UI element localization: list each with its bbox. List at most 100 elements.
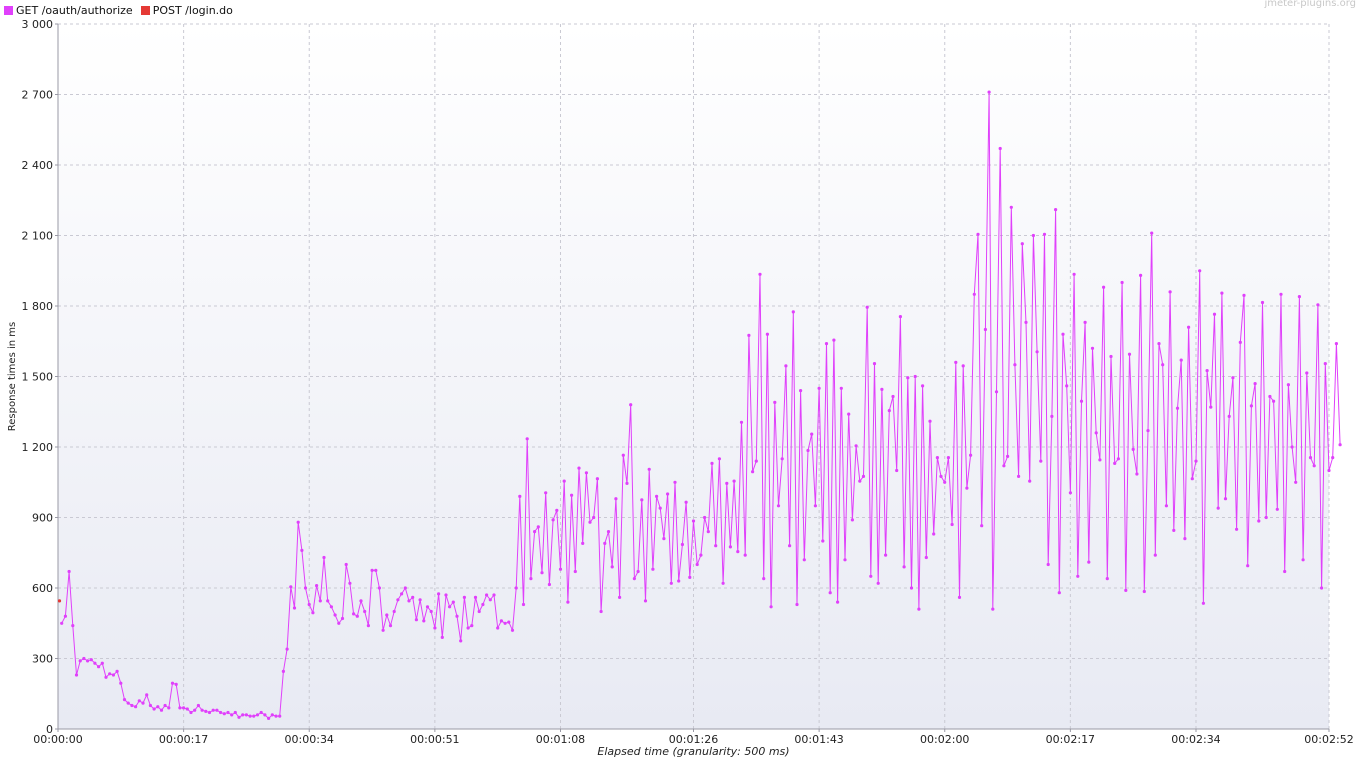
data-point — [743, 553, 747, 557]
data-point — [1253, 382, 1257, 386]
data-point — [1301, 558, 1305, 562]
x-axis-label: Elapsed time (granularity: 500 ms) — [597, 745, 789, 758]
data-point — [333, 613, 337, 617]
data-point — [1320, 586, 1324, 590]
data-point — [640, 498, 644, 502]
data-point — [902, 565, 906, 569]
data-point — [1220, 291, 1224, 295]
data-point — [244, 713, 248, 717]
data-point — [795, 602, 799, 607]
data-point — [170, 681, 175, 685]
data-point — [355, 614, 359, 618]
legend-swatch-icon — [140, 5, 150, 15]
y-tick-label: 600 — [32, 582, 53, 595]
data-point — [207, 710, 212, 715]
data-point — [255, 713, 260, 717]
data-point — [603, 541, 607, 546]
data-point — [122, 698, 127, 702]
data-point — [533, 530, 537, 534]
data-point — [510, 628, 515, 632]
data-point — [473, 595, 478, 600]
data-point — [784, 364, 788, 368]
legend-swatch-icon — [4, 5, 13, 15]
data-point — [156, 705, 160, 709]
data-point — [1260, 300, 1265, 305]
data-point — [791, 310, 795, 314]
data-point — [1142, 589, 1146, 594]
data-point — [267, 716, 271, 721]
data-point — [407, 599, 411, 603]
data-point — [939, 474, 943, 478]
data-point — [1216, 506, 1220, 510]
data-point — [507, 620, 511, 624]
data-point — [769, 605, 773, 609]
data-point — [396, 598, 400, 602]
data-point — [1120, 280, 1124, 285]
data-point — [1028, 479, 1032, 483]
legend-item-post-login[interactable]: POST /login.do — [140, 4, 233, 17]
legend-label: GET /oauth/authorize — [16, 3, 133, 17]
data-point — [1164, 504, 1168, 508]
data-point — [1238, 340, 1242, 344]
data-point — [292, 606, 297, 610]
data-point — [946, 456, 951, 460]
data-point — [326, 599, 330, 603]
data-point — [1198, 269, 1202, 273]
data-point — [226, 710, 230, 715]
data-point — [1227, 414, 1231, 418]
data-point — [86, 659, 90, 663]
data-point — [496, 626, 500, 630]
data-point — [710, 461, 714, 465]
data-point — [736, 550, 740, 554]
data-point — [632, 577, 637, 581]
data-point — [340, 616, 345, 621]
data-point — [444, 593, 448, 597]
data-point — [259, 710, 263, 715]
data-point — [78, 659, 82, 663]
data-point — [1150, 231, 1154, 235]
data-point — [263, 713, 267, 717]
data-point — [728, 545, 733, 549]
data-point — [928, 419, 932, 423]
data-point — [222, 712, 226, 716]
x-tick-label: 00:00:51 — [410, 733, 459, 746]
data-point — [130, 703, 134, 708]
data-point — [1161, 363, 1165, 367]
data-point — [677, 579, 681, 583]
y-tick-label: 1 500 — [22, 371, 54, 384]
data-point — [909, 586, 914, 590]
data-point — [1153, 553, 1157, 557]
data-point — [810, 432, 814, 436]
data-point — [1334, 342, 1338, 346]
data-point — [1061, 332, 1065, 336]
data-point — [74, 673, 79, 677]
data-point — [703, 515, 707, 520]
data-point — [462, 595, 466, 600]
data-point — [182, 706, 186, 710]
data-point — [71, 624, 75, 628]
data-point — [577, 466, 581, 470]
data-point — [976, 232, 980, 236]
legend-item-get-oauth[interactable]: GET /oauth/authorize — [4, 4, 133, 17]
data-point — [898, 315, 903, 319]
data-point — [403, 586, 407, 590]
data-point — [714, 544, 718, 548]
data-point — [1294, 480, 1298, 484]
data-point — [780, 457, 784, 461]
data-point — [921, 384, 925, 388]
data-point — [983, 327, 988, 332]
data-point — [570, 493, 574, 497]
data-point — [1124, 588, 1128, 593]
data-point — [987, 90, 991, 94]
data-point — [592, 515, 596, 520]
data-point — [1098, 458, 1102, 462]
data-point — [1002, 464, 1006, 468]
data-point — [606, 530, 611, 534]
data-point — [329, 605, 333, 609]
data-point — [1223, 497, 1228, 501]
data-point — [799, 389, 803, 393]
data-point — [540, 571, 544, 575]
data-point — [344, 562, 348, 567]
data-point — [751, 470, 755, 474]
data-point — [1083, 320, 1087, 324]
